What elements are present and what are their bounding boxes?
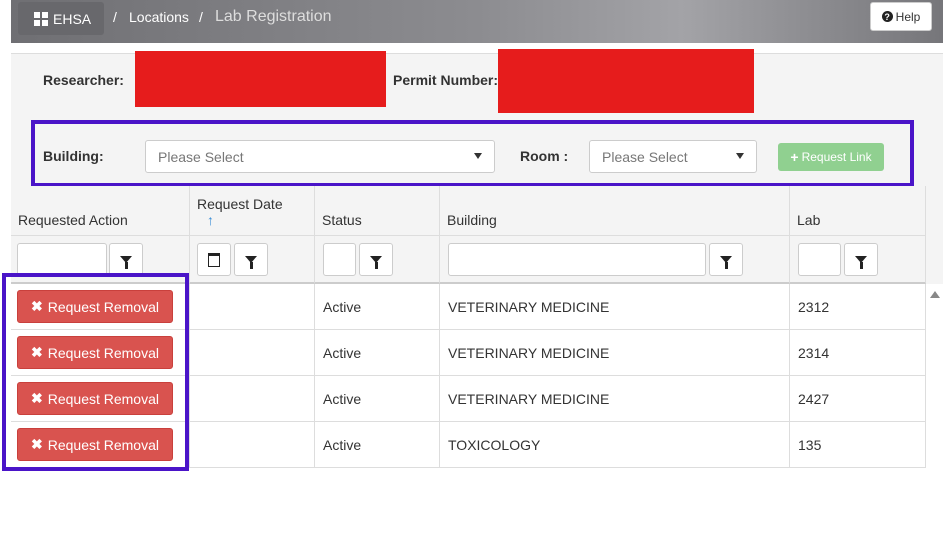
plus-icon: +: [790, 149, 799, 165]
cell-status: Active: [315, 330, 440, 376]
cell-lab: 2312: [790, 284, 926, 330]
filter-cell-lab: [790, 236, 926, 284]
filter-cell-date: [190, 236, 315, 284]
building-select[interactable]: Please Select: [145, 140, 495, 173]
question-circle-icon: ?: [881, 11, 893, 22]
cell-text: 135: [798, 436, 822, 453]
cell-text: 2427: [798, 390, 830, 407]
calendar-icon: [208, 252, 220, 267]
filter-cell-building: [440, 236, 790, 284]
cell-text: Active: [323, 436, 362, 453]
column-header-lab[interactable]: Lab: [790, 186, 926, 236]
status-filter-input[interactable]: [323, 243, 356, 276]
permit-redaction: [498, 49, 754, 113]
brand-label: EHSA: [53, 10, 92, 27]
building-select-value: Please Select: [158, 148, 244, 165]
filter-icon: [245, 256, 257, 269]
permit-label: Permit Number:: [393, 72, 499, 88]
researcher-redaction: [135, 51, 386, 107]
cell-status: Active: [315, 422, 440, 468]
column-header-building[interactable]: Building: [440, 186, 790, 236]
room-select[interactable]: Please Select: [589, 140, 757, 173]
header-spacer: [926, 186, 943, 284]
highlight-box: [2, 273, 189, 471]
filter-button[interactable]: [844, 243, 878, 276]
cell-lab: 2427: [790, 376, 926, 422]
filter-icon: [720, 256, 732, 269]
header-label: Lab: [797, 212, 821, 228]
column-header-requested-action[interactable]: Requested Action: [11, 186, 190, 236]
cell-text: Active: [323, 298, 362, 315]
cell-text: VETERINARY MEDICINE: [448, 390, 610, 407]
request-link-button[interactable]: + Request Link: [778, 143, 884, 171]
header-label: Requested Action: [18, 212, 128, 228]
cell-lab: 2314: [790, 330, 926, 376]
filter-cell-status: [315, 236, 440, 284]
column-header-request-date[interactable]: Request Date ↑: [190, 186, 315, 236]
cell-building: VETERINARY MEDICINE: [440, 284, 790, 330]
room-select-value: Please Select: [602, 148, 688, 165]
help-button[interactable]: ? Help: [870, 2, 932, 31]
building-filter-input[interactable]: [448, 243, 706, 276]
cell-building: VETERINARY MEDICINE: [440, 330, 790, 376]
action-filter-input[interactable]: [17, 243, 107, 276]
room-label: Room :: [520, 148, 569, 164]
cell-text: Active: [323, 344, 362, 361]
request-link-label: Request Link: [801, 150, 872, 164]
caret-down-icon: [736, 153, 744, 159]
vertical-scrollbar[interactable]: [926, 284, 943, 468]
date-picker-button[interactable]: [197, 243, 231, 276]
filter-icon: [855, 256, 867, 269]
cell-lab: 135: [790, 422, 926, 468]
cell-text: Active: [323, 390, 362, 407]
filter-icon: [120, 256, 132, 269]
header-label: Status: [322, 212, 362, 228]
cell-text: TOXICOLOGY: [448, 436, 541, 453]
building-label: Building:: [43, 148, 104, 164]
cell-text: VETERINARY MEDICINE: [448, 298, 610, 315]
scroll-up-icon[interactable]: [930, 291, 940, 298]
help-label: Help: [895, 9, 921, 24]
grid-icon: [34, 11, 48, 26]
cell-status: Active: [315, 376, 440, 422]
cell-text: 2312: [798, 298, 830, 315]
cell-text: 2314: [798, 344, 830, 361]
cell-status: Active: [315, 284, 440, 330]
brand-button[interactable]: EHSA: [18, 2, 104, 35]
filter-button[interactable]: [109, 243, 143, 276]
filter-button[interactable]: [234, 243, 268, 276]
cell-building: TOXICOLOGY: [440, 422, 790, 468]
lab-filter-input[interactable]: [798, 243, 841, 276]
filter-button[interactable]: [359, 243, 393, 276]
column-header-status[interactable]: Status: [315, 186, 440, 236]
cell-date: [190, 284, 315, 330]
cell-date: [190, 330, 315, 376]
cell-date: [190, 376, 315, 422]
breadcrumb-locations[interactable]: Locations: [129, 9, 189, 25]
header-label: Request Date: [197, 196, 283, 212]
filter-icon: [370, 256, 382, 269]
breadcrumb-current: Lab Registration: [215, 8, 332, 25]
header-label: Building: [447, 212, 497, 228]
breadcrumb-separator: /: [199, 9, 203, 25]
cell-date: [190, 422, 315, 468]
sort-asc-icon: ↑: [207, 212, 214, 228]
researcher-label: Researcher:: [43, 72, 124, 88]
filter-button[interactable]: [709, 243, 743, 276]
caret-down-icon: [474, 153, 482, 159]
breadcrumb-separator: /: [113, 9, 117, 25]
cell-text: VETERINARY MEDICINE: [448, 344, 610, 361]
cell-building: VETERINARY MEDICINE: [440, 376, 790, 422]
